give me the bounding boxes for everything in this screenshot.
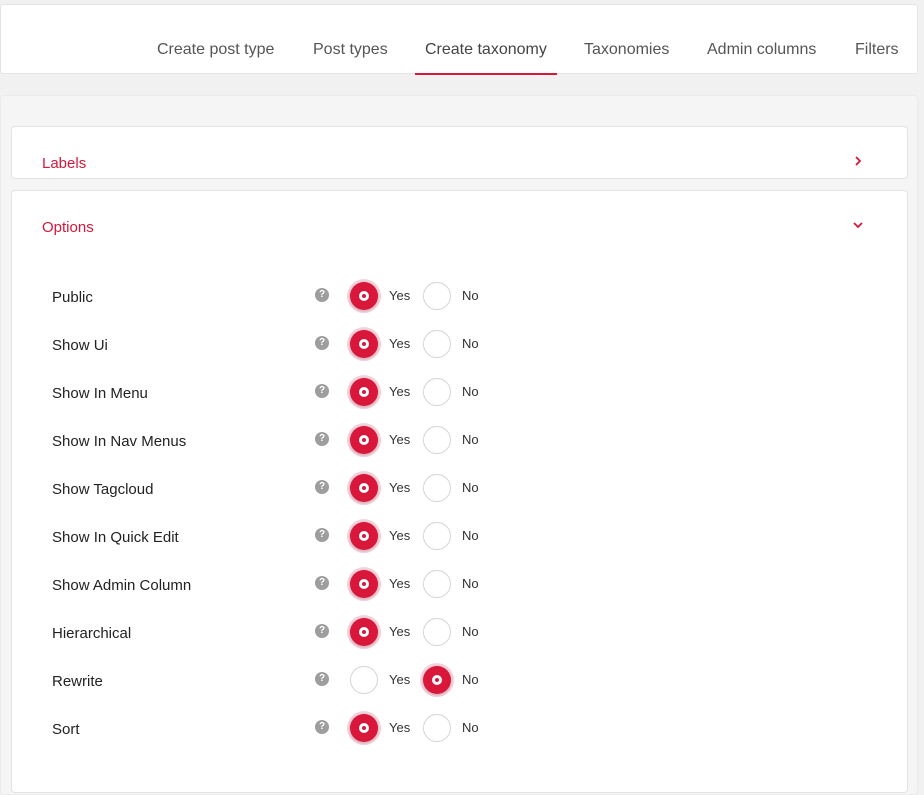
chevron-right-icon[interactable] (850, 153, 866, 169)
option-label: Show In Menu (52, 385, 148, 402)
options-section: Options Public? Yes No Show Ui? Yes No Show In… (11, 190, 908, 793)
option-label: Rewrite (52, 673, 103, 690)
option-row: Show In Quick Edit? Yes No (52, 522, 752, 552)
radio-yes[interactable] (350, 426, 378, 454)
radio-yes[interactable] (350, 570, 378, 598)
option-row: Hierarchical? Yes No (52, 618, 752, 648)
help-icon[interactable]: ? (315, 288, 329, 302)
radio-yes[interactable] (350, 666, 378, 694)
option-label: Show Admin Column (52, 577, 192, 594)
options-section-title[interactable]: Options (42, 219, 94, 236)
help-icon[interactable]: ? (315, 624, 329, 638)
radio-yes[interactable] (350, 474, 378, 502)
option-row: Public? Yes No (52, 282, 752, 312)
radio-no-label: No (462, 720, 479, 735)
labels-section-title[interactable]: Labels (42, 155, 86, 172)
option-row: Show Ui? Yes No (52, 330, 752, 360)
option-label: Show In Nav Menus (52, 433, 187, 450)
radio-yes-label: Yes (389, 336, 411, 351)
option-row: Rewrite? Yes No (52, 666, 752, 696)
radio-no-label: No (462, 384, 479, 399)
radio-yes-label: Yes (389, 288, 411, 303)
tab-create-taxonomy[interactable]: Create taxonomy (415, 5, 557, 75)
radio-no-label: No (462, 336, 479, 351)
radio-no[interactable] (423, 522, 451, 550)
settings-panel: Labels Options Public? Yes No Show Ui? Yes No… (0, 95, 918, 795)
radio-yes-label: Yes (389, 480, 411, 495)
radio-no-label: No (462, 480, 479, 495)
chevron-down-icon[interactable] (850, 217, 866, 233)
radio-no[interactable] (423, 666, 451, 694)
tab-create-post-type[interactable]: Create post type (157, 5, 274, 75)
tab-filters[interactable]: Filters (855, 5, 899, 75)
help-icon[interactable]: ? (315, 432, 329, 446)
radio-yes[interactable] (350, 282, 378, 310)
help-icon[interactable]: ? (315, 720, 329, 734)
radio-yes-label: Yes (389, 576, 411, 591)
radio-yes-label: Yes (389, 672, 411, 687)
option-label: Hierarchical (52, 625, 132, 642)
labels-section[interactable]: Labels (11, 126, 908, 179)
radio-yes[interactable] (350, 714, 378, 742)
radio-no[interactable] (423, 714, 451, 742)
radio-yes-label: Yes (389, 384, 411, 399)
help-icon[interactable]: ? (315, 480, 329, 494)
tab-admin-columns[interactable]: Admin columns (707, 5, 816, 75)
option-label: Public (52, 289, 93, 306)
radio-no[interactable] (423, 618, 451, 646)
top-navigation: Create post type Post types Create taxon… (0, 4, 918, 75)
radio-no[interactable] (423, 426, 451, 454)
radio-no-label: No (462, 288, 479, 303)
radio-yes-label: Yes (389, 528, 411, 543)
radio-no[interactable] (423, 474, 451, 502)
tab-taxonomies[interactable]: Taxonomies (584, 5, 669, 75)
radio-yes[interactable] (350, 330, 378, 358)
help-icon[interactable]: ? (315, 576, 329, 590)
radio-no-label: No (462, 528, 479, 543)
radio-yes[interactable] (350, 618, 378, 646)
radio-no[interactable] (423, 330, 451, 358)
radio-yes-label: Yes (389, 720, 411, 735)
help-icon[interactable]: ? (315, 528, 329, 542)
option-row: Show Tagcloud? Yes No (52, 474, 752, 504)
tab-post-types[interactable]: Post types (313, 5, 388, 75)
option-row: Show Admin Column? Yes No (52, 570, 752, 600)
radio-no[interactable] (423, 378, 451, 406)
help-icon[interactable]: ? (315, 672, 329, 686)
radio-no[interactable] (423, 282, 451, 310)
option-row: Show In Nav Menus? Yes No (52, 426, 752, 456)
help-icon[interactable]: ? (315, 384, 329, 398)
radio-no[interactable] (423, 570, 451, 598)
radio-no-label: No (462, 576, 479, 591)
option-label: Show In Quick Edit (52, 529, 179, 546)
option-row: Sort? Yes No (52, 714, 752, 744)
radio-yes[interactable] (350, 378, 378, 406)
radio-yes-label: Yes (389, 432, 411, 447)
option-row: Show In Menu? Yes No (52, 378, 752, 408)
option-label: Sort (52, 721, 80, 738)
radio-yes-label: Yes (389, 624, 411, 639)
radio-yes[interactable] (350, 522, 378, 550)
help-icon[interactable]: ? (315, 336, 329, 350)
option-label: Show Ui (52, 337, 108, 354)
radio-no-label: No (462, 432, 479, 447)
radio-no-label: No (462, 624, 479, 639)
radio-no-label: No (462, 672, 479, 687)
option-label: Show Tagcloud (52, 481, 154, 498)
